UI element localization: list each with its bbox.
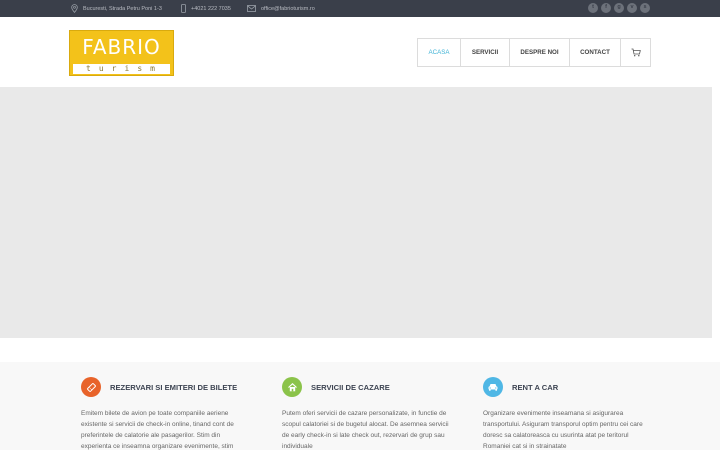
nav-item-contact[interactable]: CONTACT (570, 39, 621, 66)
address-info: Bucuresti, Strada Petru Poni 1-3 (71, 0, 162, 17)
car-icon (483, 377, 503, 397)
email-info[interactable]: office@fabrioturism.ro (247, 0, 315, 17)
site-logo[interactable]: FABRIO turism (69, 30, 174, 76)
nav-cart-button[interactable] (621, 39, 650, 66)
feature-title: RENT A CAR (512, 382, 559, 392)
top-bar: Bucuresti, Strada Petru Poni 1-3 +4021 2… (0, 0, 720, 17)
nav-item-servicii[interactable]: SERVICII (461, 39, 510, 66)
feature-header: RENT A CAR (483, 377, 558, 397)
feature-title: SERVICII DE CAZARE (311, 382, 390, 392)
nav-item-acasa[interactable]: ACASA (418, 39, 461, 66)
mobile-phone-icon (181, 4, 186, 13)
logo-subtitle: turism (73, 64, 170, 74)
main-nav: ACASA SERVICII DESPRE NOI CONTACT (417, 38, 651, 67)
feature-text: Putem oferi servicii de cazare personali… (282, 410, 449, 450)
vimeo-icon[interactable]: v (627, 3, 637, 13)
features-section: REZERVARI SI EMITERI DE BILETE Emitem bi… (0, 362, 720, 450)
ticket-icon (81, 377, 101, 397)
social-links: t f g v s (588, 3, 650, 13)
envelope-icon (247, 5, 256, 12)
facebook-icon[interactable]: f (601, 3, 611, 13)
feature-text: Emitem bilete de avion pe toate companii… (81, 410, 234, 450)
feature-title: REZERVARI SI EMITERI DE BILETE (110, 382, 238, 392)
phone-info: +4021 222 7035 (181, 0, 231, 17)
email-text[interactable]: office@fabrioturism.ro (261, 6, 315, 12)
cart-icon (631, 48, 641, 57)
hero-slider (0, 87, 712, 338)
feature-header: SERVICII DE CAZARE (282, 377, 390, 397)
feature-header: REZERVARI SI EMITERI DE BILETE (81, 377, 237, 397)
location-pin-icon (71, 4, 78, 13)
home-icon (282, 377, 302, 397)
skype-icon[interactable]: s (640, 3, 650, 13)
address-text: Bucuresti, Strada Petru Poni 1-3 (83, 5, 162, 12)
twitter-icon[interactable]: t (588, 3, 598, 13)
nav-item-despre-noi[interactable]: DESPRE NOI (510, 39, 570, 66)
google-plus-icon[interactable]: g (614, 3, 624, 13)
logo-title: FABRIO (82, 35, 161, 59)
phone-text: +4021 222 7035 (191, 5, 231, 12)
feature-text: Organizare evenimente inseamana si asigu… (483, 410, 643, 450)
site-header: FABRIO turism ACASA SERVICII DESPRE NOI … (0, 17, 720, 87)
